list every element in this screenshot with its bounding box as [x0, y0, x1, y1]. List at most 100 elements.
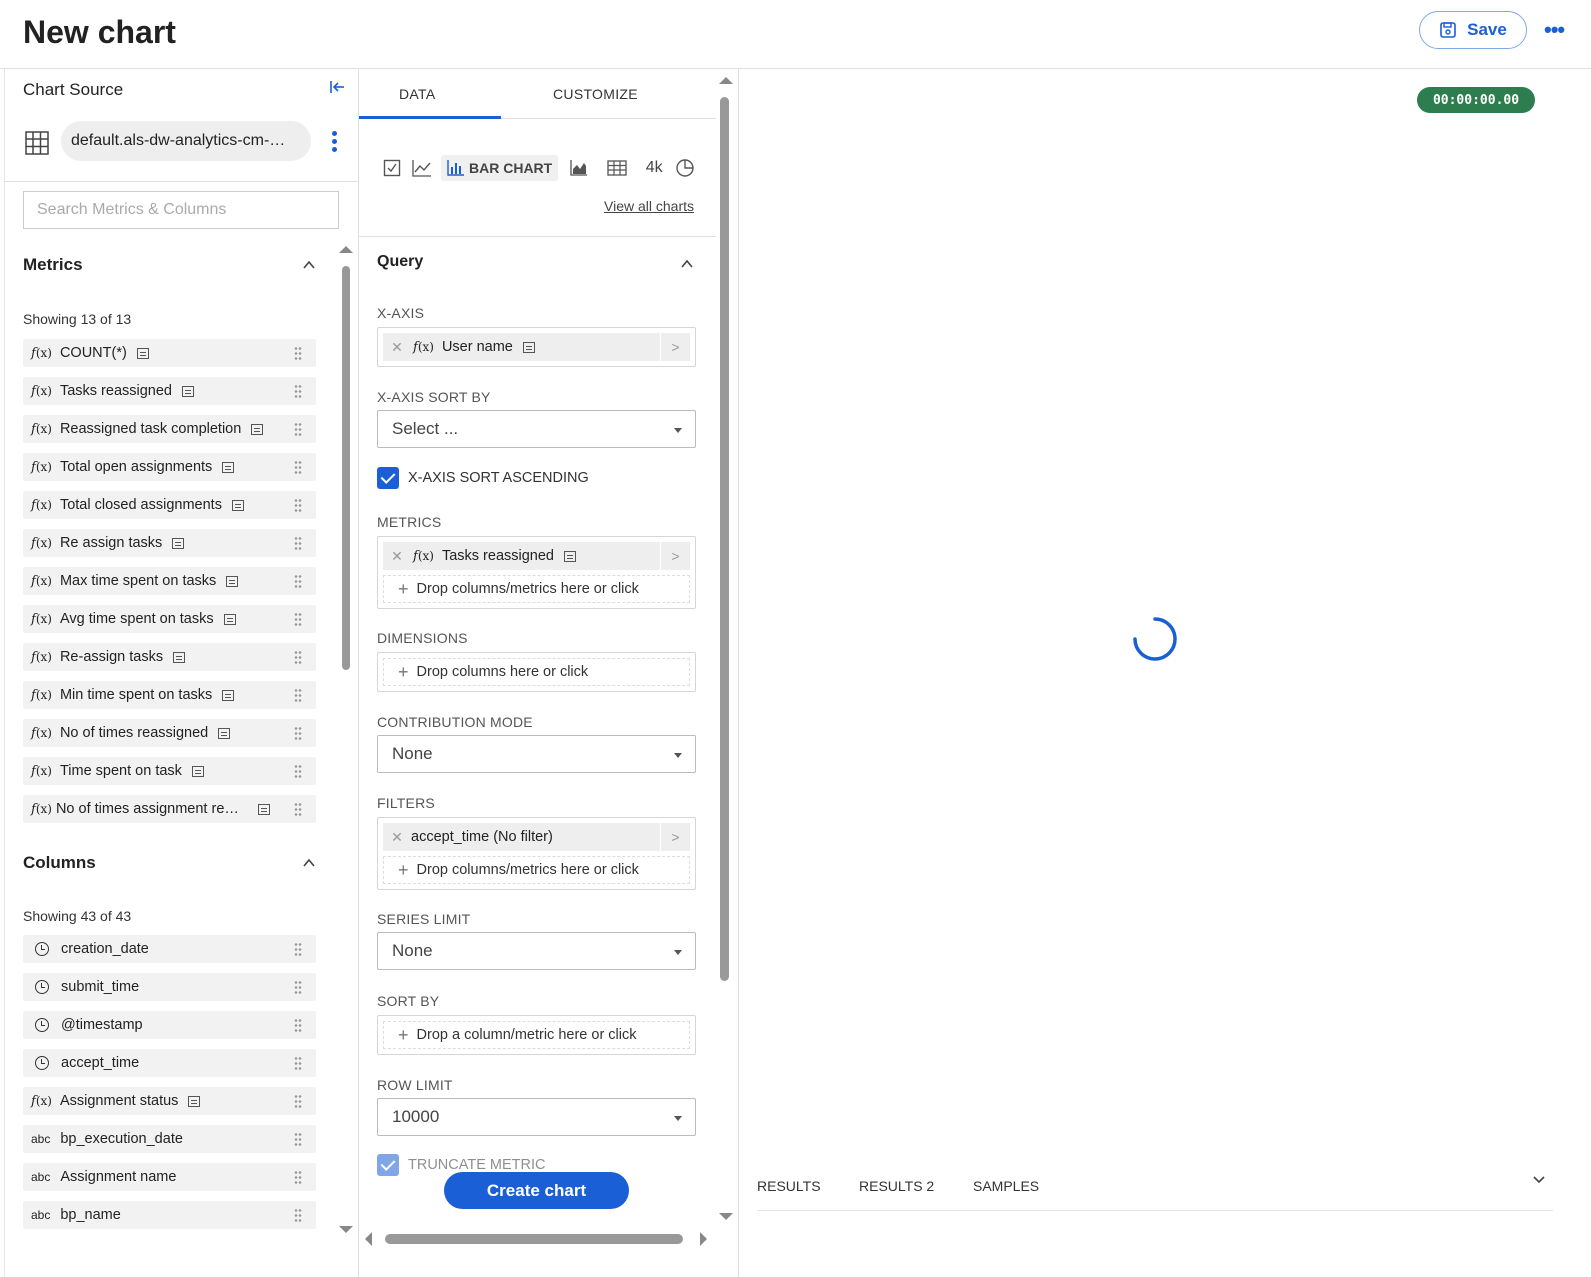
metric-item[interactable]: f(x) Tasks reassigned: [23, 377, 316, 405]
scroll-down-arrow[interactable]: [719, 1213, 733, 1220]
drag-handle-icon[interactable]: [294, 764, 302, 778]
drag-handle-icon[interactable]: [294, 1170, 302, 1184]
line-chart-icon[interactable]: [403, 155, 441, 181]
column-item[interactable]: abc bp_name: [23, 1201, 316, 1229]
drag-handle-icon[interactable]: [294, 1208, 302, 1222]
drag-handle-icon[interactable]: [294, 980, 302, 994]
scrollbar-thumb[interactable]: [342, 266, 350, 670]
metric-pill[interactable]: ✕ f(x) Tasks reassigned >: [383, 542, 690, 570]
chevron-up-icon[interactable]: [302, 856, 316, 870]
chevron-right-icon[interactable]: >: [660, 823, 690, 851]
metric-item[interactable]: f(x) Re-assign tasks: [23, 643, 316, 671]
collapse-panel-icon[interactable]: [329, 79, 345, 100]
scroll-up-arrow[interactable]: [719, 77, 733, 84]
dimensions-drop-zone[interactable]: + Drop columns here or click: [383, 658, 690, 686]
drag-handle-icon[interactable]: [294, 422, 302, 436]
scroll-down-arrow[interactable]: [339, 1226, 353, 1233]
sort-ascending-checkbox[interactable]: [377, 467, 399, 489]
bar-chart-label: BAR CHART: [469, 160, 553, 176]
metric-item[interactable]: f(x) Total closed assignments: [23, 491, 316, 519]
drag-handle-icon[interactable]: [294, 688, 302, 702]
drag-handle-icon[interactable]: [294, 460, 302, 474]
dataset-menu-icon[interactable]: [332, 131, 338, 155]
column-item[interactable]: submit_time: [23, 973, 316, 1001]
remove-icon[interactable]: ✕: [383, 339, 411, 356]
column-item[interactable]: abc Assignment name: [23, 1163, 316, 1191]
metric-item[interactable]: f(x) Min time spent on tasks: [23, 681, 316, 709]
drag-handle-icon[interactable]: [294, 536, 302, 550]
drag-handle-icon[interactable]: [294, 650, 302, 664]
filter-pill[interactable]: ✕ accept_time (No filter) >: [383, 823, 690, 851]
metric-item[interactable]: f(x) Time spent on task: [23, 757, 316, 785]
contribution-mode-select[interactable]: None: [377, 735, 696, 773]
chevron-up-icon[interactable]: [302, 258, 316, 272]
metric-label: Total closed assignments: [59, 497, 222, 513]
create-chart-button[interactable]: Create chart: [444, 1172, 629, 1209]
drag-handle-icon[interactable]: [294, 1132, 302, 1146]
metric-item[interactable]: f(x) COUNT(*): [23, 339, 316, 367]
metric-item[interactable]: f(x) Max time spent on tasks: [23, 567, 316, 595]
scrollbar-thumb[interactable]: [720, 97, 729, 981]
column-label: @timestamp: [61, 1017, 143, 1033]
chevron-right-icon[interactable]: >: [660, 542, 690, 570]
drag-handle-icon[interactable]: [294, 1094, 302, 1108]
select-value: None: [392, 941, 433, 960]
tab-samples[interactable]: SAMPLES: [973, 1178, 1039, 1194]
scroll-right-arrow[interactable]: [700, 1232, 707, 1246]
bar-chart-button[interactable]: BAR CHART: [441, 155, 559, 181]
remove-icon[interactable]: ✕: [383, 548, 411, 565]
pie-chart-icon[interactable]: [674, 155, 696, 181]
area-chart-icon[interactable]: [558, 155, 600, 181]
tab-results[interactable]: RESULTS: [757, 1178, 821, 1194]
metric-item[interactable]: f(x) Re assign tasks: [23, 529, 316, 557]
table-icon: [226, 575, 239, 587]
metric-item[interactable]: f(x) Avg time spent on tasks: [23, 605, 316, 633]
series-limit-select[interactable]: None: [377, 932, 696, 970]
checkbox-chart-icon[interactable]: [381, 155, 403, 181]
tab-results-2[interactable]: RESULTS 2: [859, 1178, 934, 1194]
big-number-icon[interactable]: 4k: [634, 155, 674, 181]
metric-item[interactable]: f(x) No of times reassigned: [23, 719, 316, 747]
drag-handle-icon[interactable]: [294, 574, 302, 588]
column-item[interactable]: @timestamp: [23, 1011, 316, 1039]
truncate-metric-checkbox[interactable]: [377, 1154, 399, 1176]
remove-icon[interactable]: ✕: [383, 829, 411, 846]
metric-item[interactable]: f(x) No of times assignment rea…: [23, 795, 316, 823]
chevron-down-icon[interactable]: [1531, 1172, 1547, 1188]
chevron-up-icon[interactable]: [680, 257, 694, 271]
x-axis-sort-by-select[interactable]: Select ...: [377, 410, 696, 448]
scroll-up-arrow[interactable]: [339, 246, 353, 253]
column-item[interactable]: accept_time: [23, 1049, 316, 1077]
table-chart-icon[interactable]: [600, 155, 634, 181]
search-input[interactable]: [23, 191, 339, 229]
horizontal-scrollbar-thumb[interactable]: [385, 1234, 683, 1244]
column-item[interactable]: f(x) Assignment status: [23, 1087, 316, 1115]
row-limit-select[interactable]: 10000: [377, 1098, 696, 1136]
scroll-left-arrow[interactable]: [365, 1232, 372, 1246]
drag-handle-icon[interactable]: [294, 1018, 302, 1032]
tab-data[interactable]: DATA: [399, 86, 435, 102]
column-item[interactable]: abc bp_execution_date: [23, 1125, 316, 1153]
drag-handle-icon[interactable]: [294, 384, 302, 398]
drag-handle-icon[interactable]: [294, 802, 302, 816]
chevron-right-icon[interactable]: >: [660, 333, 690, 361]
drag-handle-icon[interactable]: [294, 346, 302, 360]
tab-customize[interactable]: CUSTOMIZE: [553, 86, 638, 102]
view-all-charts-link[interactable]: View all charts: [604, 198, 694, 214]
sort-by-drop-zone[interactable]: + Drop a column/metric here or click: [383, 1021, 690, 1049]
dataset-selector[interactable]: default.als-dw-analytics-cm-…: [61, 121, 311, 161]
text-type-icon: abc: [31, 1170, 51, 1184]
drag-handle-icon[interactable]: [294, 1056, 302, 1070]
metric-item[interactable]: f(x) Total open assignments: [23, 453, 316, 481]
save-button[interactable]: Save: [1419, 11, 1527, 49]
drag-handle-icon[interactable]: [294, 726, 302, 740]
metric-item[interactable]: f(x) Reassigned task completion: [23, 415, 316, 443]
metrics-drop-zone[interactable]: + Drop columns/metrics here or click: [383, 575, 690, 603]
column-item[interactable]: creation_date: [23, 935, 316, 963]
x-axis-pill[interactable]: ✕ f(x) User name >: [383, 333, 690, 361]
drag-handle-icon[interactable]: [294, 498, 302, 512]
drag-handle-icon[interactable]: [294, 612, 302, 626]
drag-handle-icon[interactable]: [294, 942, 302, 956]
more-options-icon[interactable]: •••: [1544, 19, 1565, 41]
filters-drop-zone[interactable]: + Drop columns/metrics here or click: [383, 856, 690, 884]
